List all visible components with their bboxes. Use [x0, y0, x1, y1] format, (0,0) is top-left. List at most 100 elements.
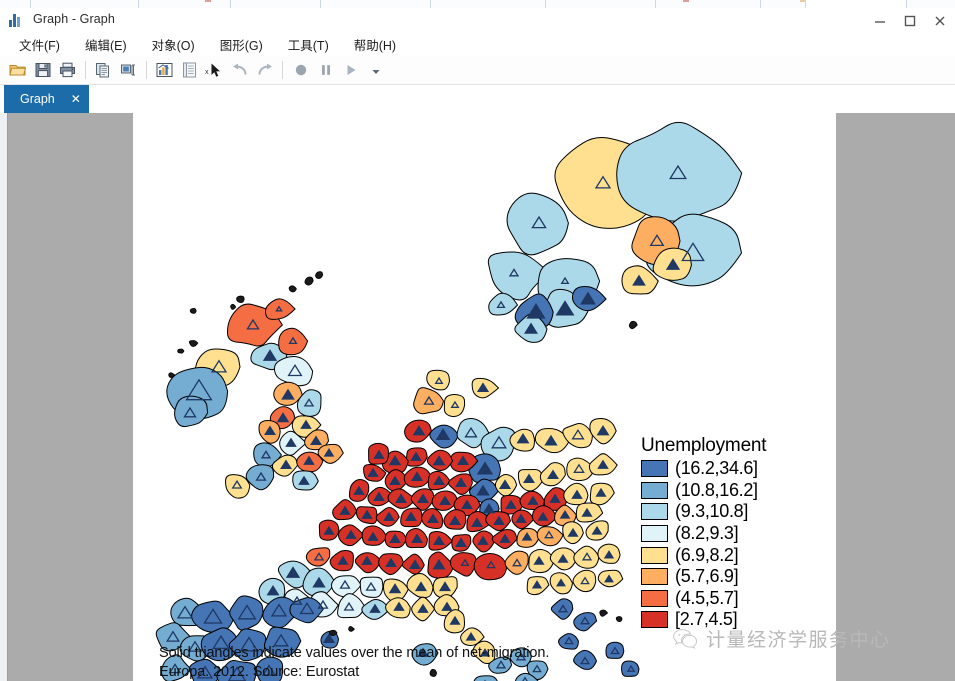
map-islet: [189, 308, 197, 314]
menu-tools[interactable]: 工具(T): [277, 33, 340, 56]
map-region: [573, 612, 598, 632]
print-button[interactable]: [56, 58, 79, 82]
caption-line-2: Europa. 2012. Source: Eurostat: [159, 664, 360, 680]
close-button[interactable]: [925, 8, 955, 33]
play-button[interactable]: [339, 58, 362, 82]
legend-swatch: [641, 589, 668, 607]
map-region: [573, 545, 600, 569]
map-islet: [236, 295, 245, 303]
open-button[interactable]: [6, 58, 29, 82]
legend-item: (9.3,10.8]: [641, 501, 831, 523]
legend-label: (8.2,9.3]: [675, 523, 739, 544]
pause-button[interactable]: [314, 58, 337, 82]
map-region: [449, 552, 477, 577]
legend-swatch: [641, 611, 668, 629]
svg-text:x: x: [205, 69, 209, 76]
window-controls: [865, 8, 955, 33]
undo-button[interactable]: [228, 58, 251, 82]
graph-button[interactable]: [153, 58, 176, 82]
legend-item: (4.5,5.7]: [641, 588, 831, 610]
legend-label: (9.3,10.8]: [675, 501, 749, 522]
wechat-icon: [673, 629, 698, 650]
pointer-button[interactable]: x: [203, 58, 226, 82]
legend-swatch: [641, 481, 668, 499]
legend-label: (5.7,6.9]: [675, 566, 739, 587]
legend-item: (8.2,9.3]: [641, 523, 831, 545]
map-region: [229, 595, 264, 631]
map-region: [506, 192, 569, 256]
map-islet: [230, 303, 237, 310]
map-islet: [628, 320, 638, 330]
bar-chart-icon: [9, 14, 23, 27]
workspace-left-gutter: [0, 113, 8, 681]
map-region: [273, 356, 314, 387]
map-region: [443, 394, 466, 418]
legend-swatch: [641, 546, 668, 564]
map-region: [550, 598, 574, 620]
map-islet: [188, 340, 199, 347]
map-region: [305, 547, 331, 567]
map-region: [278, 327, 309, 356]
map-region: [245, 464, 275, 491]
legend-label: (4.5,5.7]: [675, 587, 739, 608]
record-button[interactable]: [289, 58, 312, 82]
map-region: [536, 526, 564, 547]
legend-swatch: [641, 460, 668, 478]
menu-help[interactable]: 帮助(H): [343, 33, 407, 56]
map-islet: [615, 616, 623, 623]
minimize-button[interactable]: [865, 8, 895, 33]
map-islet: [315, 271, 324, 279]
toolbar-separator: [85, 61, 86, 79]
paste-button[interactable]: [117, 58, 140, 82]
menu-file[interactable]: 文件(F): [8, 33, 71, 56]
toolbar-separator: [282, 61, 283, 79]
map-region: [191, 600, 235, 633]
legend-label: (6.9,8.2]: [675, 544, 739, 565]
window-title: Graph - Graph: [33, 12, 115, 26]
tab-close-icon[interactable]: ✕: [69, 92, 83, 106]
menu-graph[interactable]: 图形(G): [209, 33, 274, 56]
map-region: [473, 553, 508, 581]
map-islet: [599, 609, 608, 617]
map-islet: [177, 348, 185, 354]
legend-item: (16.2,34.6]: [641, 458, 831, 480]
legend-item: (6.9,8.2]: [641, 544, 831, 566]
tab-graph[interactable]: Graph ✕: [4, 85, 89, 113]
legend-swatch: [641, 503, 668, 521]
legend-swatch: [641, 525, 668, 543]
title-bar: Graph - Graph: [0, 8, 955, 34]
copy-button[interactable]: [92, 58, 115, 82]
map-legend: Unemployment (16.2,34.6] (10.8,16.2] (9.…: [641, 435, 831, 631]
legend-title: Unemployment: [641, 435, 767, 456]
document-tab-strip: Graph ✕: [0, 85, 955, 115]
tab-graph-label: Graph: [20, 92, 55, 106]
menu-bar: 文件(F) 编辑(E) 对象(O) 图形(G) 工具(T) 帮助(H): [0, 33, 955, 56]
map-region: [330, 575, 362, 598]
menu-object[interactable]: 对象(O): [141, 33, 206, 56]
menu-edit[interactable]: 编辑(E): [74, 33, 138, 56]
map-islet: [288, 285, 297, 293]
graph-canvas[interactable]: Unemployment (16.2,34.6] (10.8,16.2] (9.…: [133, 113, 836, 681]
map-region: [572, 569, 597, 593]
watermark-text: 计量经济学服务中心: [706, 629, 891, 651]
legend-label: (10.8,16.2]: [675, 479, 758, 500]
toolbar: x: [0, 56, 955, 85]
more-button[interactable]: [364, 58, 387, 82]
map-region: [359, 576, 384, 598]
map-region: [616, 121, 743, 222]
map-islet: [348, 626, 355, 632]
map-region: [413, 387, 444, 415]
watermark: 计量经济学服务中心: [672, 625, 891, 652]
map-islet: [304, 276, 314, 286]
map-region: [504, 550, 529, 575]
log-button[interactable]: [178, 58, 201, 82]
maximize-button[interactable]: [895, 8, 925, 33]
legend-swatch: [641, 568, 668, 586]
legend-item: (10.8,16.2]: [641, 480, 831, 502]
save-button[interactable]: [31, 58, 54, 82]
legend-label: (16.2,34.6]: [675, 458, 758, 479]
application-window: Graph - Graph 文件(F) 编辑(E) 对象(O) 图形(G) 工具…: [0, 0, 955, 681]
legend-item: (5.7,6.9]: [641, 566, 831, 588]
redo-button[interactable]: [253, 58, 276, 82]
toolbar-separator: [146, 61, 147, 79]
